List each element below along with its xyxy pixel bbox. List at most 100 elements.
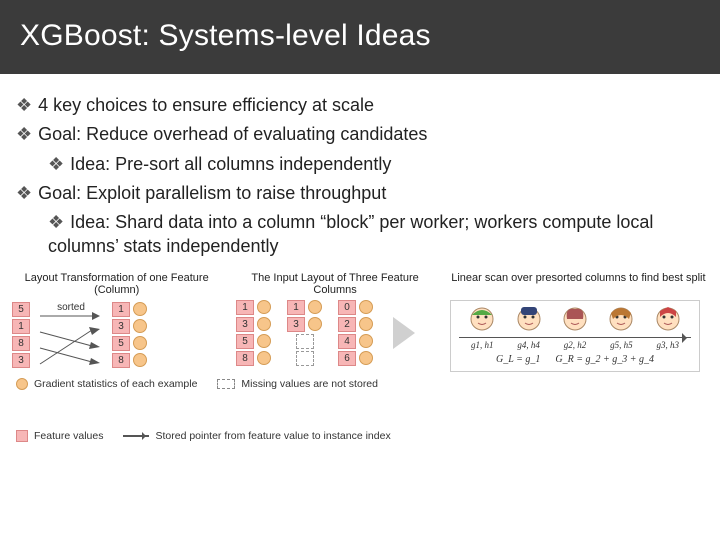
feature-value: 1 (287, 300, 305, 315)
bullet-marker: ❖ (16, 183, 32, 203)
feature-value: 5 (236, 334, 254, 349)
layout-transform: 5 1 8 3 sorted 1 3 5 8 (12, 300, 222, 370)
equation-gl: G_L = g_1 (496, 354, 540, 365)
bullet-text: Goal: Reduce overhead of evaluating cand… (38, 124, 427, 144)
bullet-1: ❖ 4 key choices to ensure efficiency at s… (16, 93, 704, 117)
gradient-orb-icon (359, 334, 373, 348)
feature-column-3: 0 2 4 6 (338, 300, 373, 366)
legend-label: Feature values (34, 430, 103, 442)
diagram-title-3: Linear scan over presorted columns to fi… (449, 272, 708, 296)
gradient-orb-icon (133, 302, 147, 316)
legend-label: Missing values are not stored (241, 378, 378, 390)
legend-label: Stored pointer from feature value to ins… (155, 430, 390, 442)
diagram-area: Layout Transformation of one Feature (Co… (0, 270, 720, 442)
axis-label: g4, h4 (517, 340, 540, 350)
sorted-row: 3 (112, 319, 147, 334)
gradient-orb-icon (308, 300, 322, 314)
face-icon (607, 305, 635, 333)
feature-value: 5 (112, 336, 130, 351)
gradient-orb-icon (257, 351, 271, 365)
sorted-row: 1 (112, 302, 147, 317)
legend: Gradient statistics of each example Miss… (12, 374, 708, 442)
legend-item: Missing values are not stored (217, 378, 378, 390)
face-icon (515, 305, 543, 333)
face-icon (561, 305, 589, 333)
feature-value: 8 (236, 351, 254, 366)
axis-label: g5, h5 (610, 340, 633, 350)
feature-value: 3 (112, 319, 130, 334)
missing-value: . (296, 351, 314, 366)
axis-labels: g1, h1 g4, h4 g2, h2 g5, h5 g3, h3 (453, 338, 697, 350)
gradient-orb-icon (133, 319, 147, 333)
gradient-orb-icon (257, 334, 271, 348)
axis-label: g2, h2 (564, 340, 587, 350)
sort-arrow-icon: sorted (36, 300, 106, 370)
bullet-marker: ❖ (48, 212, 64, 232)
missing-value: . (296, 334, 314, 349)
sorted-row: 5 (112, 336, 147, 351)
legend-item: Stored pointer from feature value to ins… (123, 430, 390, 442)
feature-column-1: 1 3 5 8 (236, 300, 271, 366)
gradient-orb-icon (133, 336, 147, 350)
feature-value: 3 (12, 353, 30, 368)
feature-value: 5 (12, 302, 30, 317)
bullet-list: ❖ 4 key choices to ensure efficiency at s… (0, 74, 720, 270)
diagram-body: 5 1 8 3 sorted 1 3 5 8 1 3 (12, 300, 708, 372)
bullet-2a: ❖ Idea: Pre-sort all columns independentl… (16, 152, 704, 176)
bullet-text: Goal: Exploit parallelism to raise throu… (38, 183, 386, 203)
linear-scan-panel: g1, h1 g4, h4 g2, h2 g5, h5 g3, h3 G_L =… (450, 300, 700, 372)
bullet-3: ❖ Goal: Exploit parallelism to raise thro… (16, 181, 704, 205)
bullet-marker: ❖ (16, 124, 32, 144)
bullet-3a: ❖Idea: Shard data into a column “block” … (16, 210, 704, 259)
gradient-orb-icon (359, 317, 373, 331)
diagram-title-2: The Input Layout of Three Feature Column… (235, 272, 434, 296)
feature-value: 1 (112, 302, 130, 317)
gradient-orb-icon (257, 317, 271, 331)
gradient-orb-icon (133, 353, 147, 367)
axis-label: g3, h3 (657, 340, 680, 350)
gradient-orb-icon (257, 300, 271, 314)
diagram-title-1: Layout Transformation of one Feature (Co… (12, 272, 221, 296)
faces-row (453, 305, 697, 333)
big-arrow-icon (393, 317, 415, 349)
bullet-text: Idea: Shard data into a column “block” p… (48, 212, 653, 256)
gradient-orb-icon (308, 317, 322, 331)
slide-header: XGBoost: Systems-level Ideas (0, 0, 720, 74)
face-icon (654, 305, 682, 333)
feature-value: 3 (287, 317, 305, 332)
feature-value: 1 (12, 319, 30, 334)
legend-item: Feature values (16, 430, 103, 442)
feature-value: 1 (236, 300, 254, 315)
axis-label: g1, h1 (471, 340, 494, 350)
bullet-text: Idea: Pre-sort all columns independently (70, 154, 391, 174)
legend-circle-icon (16, 378, 28, 390)
sorted-row: 8 (112, 353, 147, 368)
feature-value: 0 (338, 300, 356, 315)
axis-line (459, 337, 691, 338)
bullet-2: ❖ Goal: Reduce overhead of evaluating can… (16, 122, 704, 146)
equation-row: G_L = g_1 G_R = g_2 + g_3 + g_4 (453, 354, 697, 365)
three-feature-columns: 1 3 5 8 1 3 . . 0 2 4 6 (236, 300, 436, 366)
feature-value: 3 (236, 317, 254, 332)
diagram-titles: Layout Transformation of one Feature (Co… (12, 272, 708, 296)
feature-value: 6 (338, 351, 356, 366)
slide-title: XGBoost: Systems-level Ideas (20, 19, 431, 53)
legend-dash-icon (217, 379, 235, 389)
bullet-text: 4 key choices to ensure efficiency at sc… (38, 95, 374, 115)
feature-value: 8 (112, 353, 130, 368)
sorted-label: sorted (57, 302, 85, 313)
feature-value: 2 (338, 317, 356, 332)
face-icon (468, 305, 496, 333)
gradient-orb-icon (359, 300, 373, 314)
unsorted-column: 5 1 8 3 (12, 302, 30, 368)
gradient-orb-icon (359, 351, 373, 365)
legend-arrow-icon (123, 435, 149, 437)
feature-column-2: 1 3 . . (287, 300, 322, 366)
feature-value: 4 (338, 334, 356, 349)
legend-square-icon (16, 430, 28, 442)
feature-value: 8 (12, 336, 30, 351)
bullet-marker: ❖ (16, 95, 32, 115)
bullet-marker: ❖ (48, 154, 64, 174)
legend-item: Gradient statistics of each example (16, 378, 197, 390)
equation-gr: G_R = g_2 + g_3 + g_4 (555, 354, 654, 365)
